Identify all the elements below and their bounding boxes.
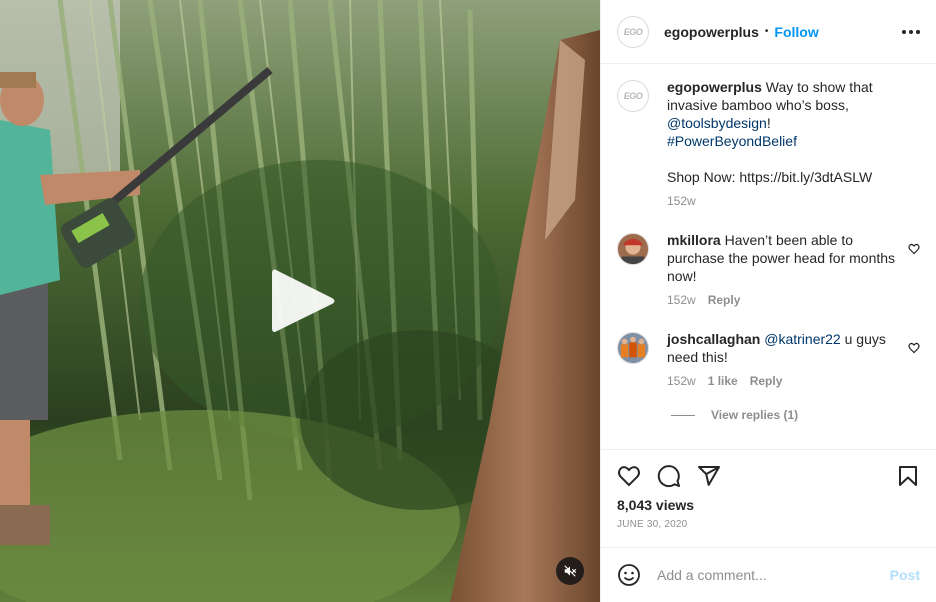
muted-speaker-icon xyxy=(564,565,577,577)
caption-mention[interactable]: @toolsbydesign xyxy=(667,115,767,131)
view-count[interactable]: 8,043 views xyxy=(617,497,920,513)
caption-username[interactable]: egopowerplus xyxy=(667,79,762,95)
like-comment-heart-icon[interactable] xyxy=(908,243,920,255)
caption-text-end: ! xyxy=(766,115,771,131)
caption: EGO egopowerplus Way to show that invasi… xyxy=(617,78,920,210)
action-buttons xyxy=(617,462,920,490)
bookmark-icon[interactable] xyxy=(896,464,920,488)
comment: joshcallaghan @katriner22 u guys need th… xyxy=(617,330,920,390)
post-comment-button[interactable]: Post xyxy=(890,567,920,583)
caption-meta: 152w xyxy=(667,192,897,210)
comment-meta: 152w 1 like Reply xyxy=(667,372,897,390)
comments-list: EGO egopowerplus Way to show that invasi… xyxy=(601,64,936,449)
caption-shop-link: Shop Now: https://bit.ly/3dtASLW xyxy=(667,169,873,185)
comment-body: joshcallaghan @katriner22 u guys need th… xyxy=(667,330,897,390)
comment-input[interactable] xyxy=(657,567,890,583)
comment-mention[interactable]: @katriner22 xyxy=(764,331,840,347)
comment-composer: Post xyxy=(601,547,936,602)
mute-toggle-button[interactable] xyxy=(556,557,584,585)
heart-icon[interactable] xyxy=(617,464,641,488)
replies-divider xyxy=(671,414,695,416)
commenter-avatar[interactable] xyxy=(617,233,649,265)
post-side-panel: EGO egopowerplus • Follow EGO egopowerpl… xyxy=(600,0,936,602)
play-button[interactable] xyxy=(268,266,338,336)
post-date[interactable]: JUNE 30, 2020 xyxy=(617,519,920,530)
ego-logo: EGO xyxy=(623,91,643,101)
comment-likes[interactable]: 1 like xyxy=(708,372,738,390)
comment-time[interactable]: 152w xyxy=(667,291,696,309)
caption-body: egopowerplus Way to show that invasive b… xyxy=(667,78,897,210)
comment-body: mkillora Haven’t been able to purchase t… xyxy=(667,231,897,309)
caption-avatar[interactable]: EGO xyxy=(617,80,649,112)
like-comment-heart-icon[interactable] xyxy=(908,342,920,354)
share-icon[interactable] xyxy=(697,464,721,488)
emoji-icon[interactable] xyxy=(617,563,641,587)
action-bar: 8,043 views JUNE 30, 2020 xyxy=(601,449,936,547)
post-dialog: EGO egopowerplus • Follow EGO egopowerpl… xyxy=(0,0,936,602)
author-username[interactable]: egopowerplus xyxy=(664,24,759,40)
play-icon xyxy=(272,269,335,332)
author-avatar[interactable]: EGO xyxy=(617,15,649,48)
user-photo-icon xyxy=(618,333,648,363)
reply-button[interactable]: Reply xyxy=(750,372,783,390)
caption-time[interactable]: 152w xyxy=(667,192,696,210)
comment-time[interactable]: 152w xyxy=(667,372,696,390)
caption-hashtag[interactable]: #PowerBeyondBelief xyxy=(667,133,797,149)
view-replies-label: View replies (1) xyxy=(711,408,799,422)
separator-dot: • xyxy=(764,26,769,37)
ego-logo: EGO xyxy=(623,26,643,37)
comment-icon[interactable] xyxy=(657,464,681,488)
view-replies-button[interactable]: View replies (1) xyxy=(671,408,920,422)
post-video[interactable] xyxy=(0,0,600,602)
post-header: EGO egopowerplus • Follow xyxy=(601,0,936,64)
comment-username[interactable]: joshcallaghan xyxy=(667,331,760,347)
commenter-avatar[interactable] xyxy=(617,332,649,364)
user-photo-icon xyxy=(618,234,648,264)
reply-button[interactable]: Reply xyxy=(708,291,741,309)
comment: mkillora Haven’t been able to purchase t… xyxy=(617,231,920,309)
comment-meta: 152w Reply xyxy=(667,291,897,309)
comment-username[interactable]: mkillora xyxy=(667,232,721,248)
more-options-icon[interactable] xyxy=(902,26,920,38)
follow-button[interactable]: Follow xyxy=(774,24,818,40)
